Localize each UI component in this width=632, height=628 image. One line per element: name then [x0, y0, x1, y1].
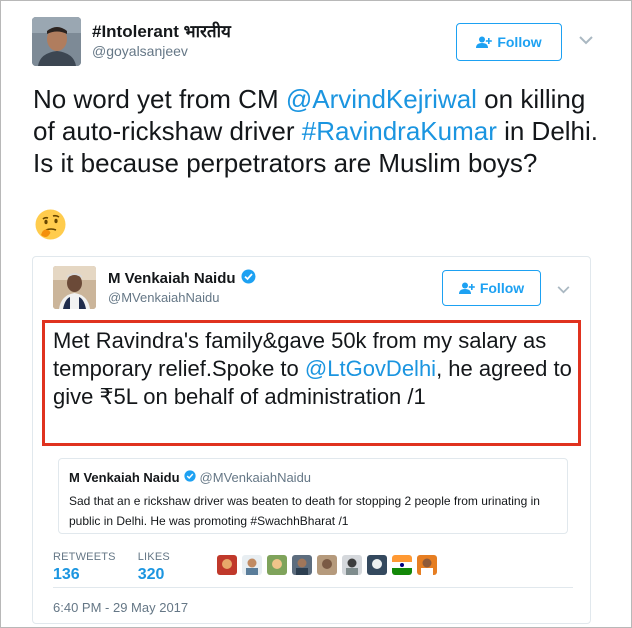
- chevron-down-icon[interactable]: [579, 32, 593, 50]
- nested-display-name[interactable]: M Venkaiah Naidu: [69, 470, 180, 485]
- mention-link[interactable]: @ArvindKejriwal: [286, 84, 477, 114]
- quoted-tweet-text: Met Ravindra's family&gave 50k from my s…: [53, 327, 578, 411]
- tweet-text-segment: in Delhi.: [496, 116, 599, 146]
- divider: [53, 587, 573, 588]
- quoted-tweet-card[interactable]: M Venkaiah Naidu @MVenkaiahNaidu Follow …: [32, 256, 591, 624]
- quoted-user-handle[interactable]: @MVenkaiahNaidu: [108, 290, 219, 305]
- avatar[interactable]: [342, 555, 362, 575]
- add-user-icon: [458, 282, 475, 294]
- avatar[interactable]: [53, 266, 96, 309]
- likes-label: LIKES: [137, 551, 170, 563]
- tweet-text: No word yet from CM @ArvindKejriwal on k…: [33, 83, 613, 179]
- avatar[interactable]: [317, 555, 337, 575]
- avatar[interactable]: [217, 555, 237, 575]
- verified-badge-icon: [183, 470, 196, 485]
- retweets-label: RETWEETS: [53, 551, 116, 563]
- likes-count: 320: [137, 566, 165, 583]
- nested-user-handle[interactable]: @MVenkaiahNaidu: [200, 470, 311, 485]
- tweet-text-segment: Is it because perpetrators are Muslim bo…: [33, 148, 538, 178]
- follow-label: Follow: [479, 280, 525, 296]
- avatar[interactable]: [267, 555, 287, 575]
- tweet-embed: #Intolerant भारतीय @goyalsanjeev Follow …: [0, 0, 632, 628]
- nested-tweet-text: Sad that an e rickshaw driver was beaten…: [69, 494, 540, 528]
- hashtag-link[interactable]: #RavindraKumar: [302, 116, 497, 146]
- avatar[interactable]: [367, 555, 387, 575]
- likes-stat[interactable]: LIKES 320: [138, 551, 170, 584]
- retweets-count: 136: [53, 566, 80, 583]
- thinking-face-icon: [34, 208, 67, 241]
- avatar[interactable]: [417, 555, 437, 575]
- nested-tweet-header: M Venkaiah Naidu @MVenkaiahNaidu: [69, 470, 311, 485]
- follow-button[interactable]: Follow: [456, 23, 562, 61]
- add-user-icon: [476, 36, 493, 48]
- avatar[interactable]: [392, 555, 412, 575]
- verified-badge-icon: [241, 269, 256, 288]
- tweet-text-segment: No word yet from CM: [33, 84, 286, 114]
- chevron-down-icon[interactable]: [557, 281, 570, 299]
- nested-quoted-tweet[interactable]: M Venkaiah Naidu @MVenkaiahNaidu Sad tha…: [58, 458, 568, 534]
- follow-button[interactable]: Follow: [442, 270, 541, 306]
- liker-avatars: [217, 555, 437, 575]
- quoted-display-name-text: M Venkaiah Naidu: [108, 270, 236, 287]
- retweets-stat[interactable]: RETWEETS 136: [53, 551, 116, 584]
- avatar[interactable]: [32, 17, 81, 66]
- avatar[interactable]: [242, 555, 262, 575]
- display-name[interactable]: #Intolerant भारतीय: [92, 19, 231, 42]
- tweet-stats: RETWEETS 136 LIKES 320: [53, 551, 170, 584]
- follow-label: Follow: [497, 34, 542, 50]
- mention-link[interactable]: @LtGovDelhi: [305, 356, 436, 381]
- user-handle[interactable]: @goyalsanjeev: [92, 43, 188, 59]
- quoted-display-name[interactable]: M Venkaiah Naidu: [108, 269, 256, 288]
- tweet-timestamp[interactable]: 6:40 PM - 29 May 2017: [53, 600, 188, 615]
- avatar[interactable]: [292, 555, 312, 575]
